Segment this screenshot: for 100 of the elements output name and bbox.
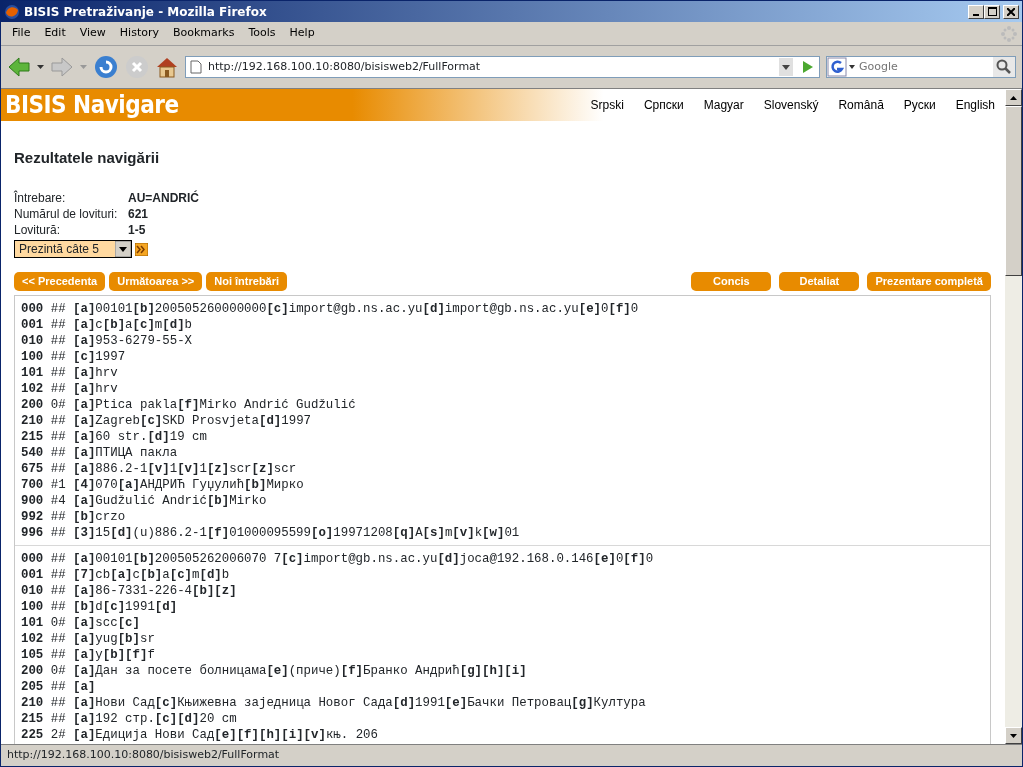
scrollbar-drawing[interactable]: [1005, 89, 1022, 744]
language-link[interactable]: English: [955, 96, 995, 114]
page-icon: [190, 60, 202, 74]
close-button[interactable]: [1003, 4, 1019, 19]
field-tag: 996: [21, 525, 44, 542]
field-indicator: ##: [50, 551, 66, 568]
query-value: 621: [128, 205, 149, 222]
field-tag: 210: [21, 413, 44, 430]
maximize-button[interactable]: [984, 4, 1001, 19]
language-link[interactable]: Magyar: [703, 96, 744, 114]
menu-item[interactable]: View: [72, 23, 113, 44]
dropdown-arrow-icon[interactable]: [115, 241, 131, 258]
field-content: [b]d[c]1991[d]: [73, 599, 178, 616]
page-heading: Rezultatele navigării: [14, 148, 161, 168]
field-indicator: ##: [50, 631, 66, 648]
menu-item[interactable]: Bookmarks: [166, 23, 242, 44]
field-content: [a]ПТИЦА пакла: [73, 445, 178, 462]
field-tag: 101: [21, 615, 44, 632]
field-content: [3]15[d](u)886.2-1[f]01000095599[o]19971208[q]A[s]m[v]k[w]01: [73, 525, 520, 542]
field-tag: 001: [21, 567, 44, 584]
menu-item[interactable]: Tools: [241, 23, 283, 44]
field-indicator: #4: [50, 493, 66, 510]
field-tag: 225: [21, 727, 44, 744]
field-tag: 100: [21, 599, 44, 616]
field-content: [a]Едиција Нови Сад[e][f][h][i][v]књ. 206: [73, 727, 378, 744]
language-link[interactable]: Română: [838, 96, 884, 114]
field-tag: 700: [21, 477, 44, 494]
window-title: BISIS Pretraživanje - Mozilla Firefox: [24, 3, 267, 21]
field-indicator: ##: [50, 695, 66, 712]
field-content: [a]: [73, 679, 96, 696]
field-indicator: ##: [50, 599, 66, 616]
field-content: [a]hrv: [73, 365, 118, 382]
search-field[interactable]: Google: [826, 56, 1016, 78]
reload-icon[interactable]: [93, 54, 119, 80]
field-content: [a]y[b][f]f: [73, 647, 155, 664]
field-indicator: 0#: [50, 397, 66, 414]
go-arrow-icon[interactable]: [134, 242, 148, 256]
language-link[interactable]: Slovenský: [763, 96, 819, 114]
field-tag: 540: [21, 445, 44, 462]
field-indicator: ##: [50, 647, 66, 664]
field-indicator: ##: [50, 333, 66, 350]
field-tag: 100: [21, 349, 44, 366]
field-tag: 900: [21, 493, 44, 510]
field-indicator: ##: [50, 711, 66, 728]
field-indicator: ##: [50, 509, 66, 526]
minimize-icon: [973, 13, 980, 16]
maximize-icon: [987, 7, 997, 16]
field-tag: 000: [21, 301, 44, 318]
field-indicator: ##: [50, 461, 66, 478]
field-indicator: ##: [50, 525, 66, 542]
field-tag: 102: [21, 631, 44, 648]
field-indicator: 0#: [50, 615, 66, 632]
field-tag: 105: [21, 647, 44, 664]
search-icon[interactable]: [996, 59, 1012, 75]
throbber-icon: [1000, 25, 1017, 42]
menu-item[interactable]: Edit: [37, 23, 73, 44]
field-indicator: 0#: [50, 663, 66, 680]
field-indicator: ##: [50, 381, 66, 398]
back-icon[interactable]: [7, 56, 31, 78]
field-tag: 010: [21, 583, 44, 600]
field-content: [a]scc[c]: [73, 615, 140, 632]
field-indicator: ##: [50, 317, 66, 334]
home-icon[interactable]: [155, 55, 179, 79]
field-tag: 010: [21, 333, 44, 350]
language-link[interactable]: Srpski: [590, 96, 624, 114]
field-indicator: ##: [50, 365, 66, 382]
menu-item[interactable]: Help: [282, 23, 322, 44]
language-link[interactable]: Српски: [643, 96, 684, 114]
field-tag: 200: [21, 397, 44, 414]
dropdown-arrow-icon[interactable]: [37, 65, 44, 69]
field-content: [a]Дан за посете болницама[e](приче)[f]Бранко Андрић[g][h][i]: [73, 663, 527, 680]
field-tag: 215: [21, 711, 44, 728]
menu-item[interactable]: File: [5, 23, 38, 44]
field-indicator: 2#: [50, 727, 66, 744]
field-tag: 200: [21, 663, 44, 680]
field-content: [a]86-7331-226-4[b][z]: [73, 583, 237, 600]
language-link[interactable]: Руски: [903, 96, 936, 114]
field-content: [a]60 str.[d]19 cm: [73, 429, 207, 446]
field-content: [7]cb[a]c[b]a[c]m[d]b: [73, 567, 230, 584]
field-content: [a]886.2-1[v]1[v]1[z]scr[z]scr: [73, 461, 297, 478]
status-text: http://192.168.100.10:8080/bisisweb2/FullFormat: [7, 747, 280, 764]
field-content: [a]c[b]a[c]m[d]b: [73, 317, 193, 334]
field-tag: 101: [21, 365, 44, 382]
field-content: [a]00101[b]200505262006070 7[c]import@gb.ns.ac.yu[d]joca@192.168.0.146[e]0[f]0: [73, 551, 654, 568]
field-indicator: ##: [50, 413, 66, 430]
field-indicator: ##: [50, 583, 66, 600]
address-field[interactable]: http://192.168.100.10:8080/bisisweb2/FullFormat: [185, 56, 820, 78]
query-value: AU=ANDRIĆ: [128, 189, 199, 206]
search-engine-icon[interactable]: [827, 57, 857, 77]
field-tag: 102: [21, 381, 44, 398]
menu-item[interactable]: History: [112, 23, 166, 44]
field-content: [b]crzo: [73, 509, 126, 526]
field-indicator: #1: [50, 477, 66, 494]
field-tag: 000: [21, 551, 44, 568]
field-indicator: ##: [50, 567, 66, 584]
page-size-select[interactable]: Prezintă câte 5: [14, 240, 132, 259]
field-indicator: ##: [50, 301, 66, 318]
field-content: [a]hrv: [73, 381, 118, 398]
minimize-button[interactable]: [968, 4, 985, 19]
field-indicator: ##: [50, 349, 66, 366]
